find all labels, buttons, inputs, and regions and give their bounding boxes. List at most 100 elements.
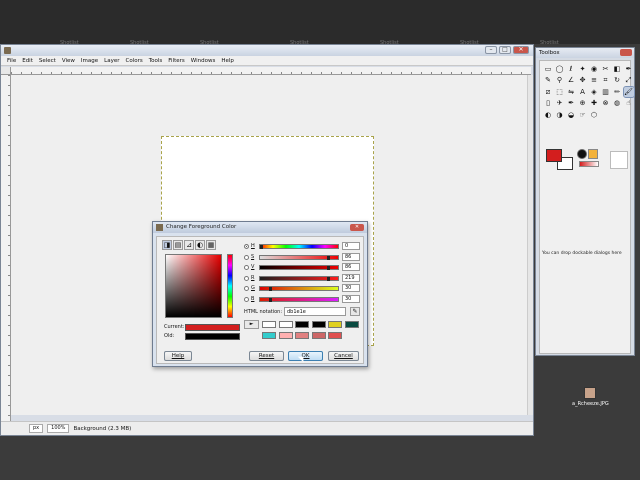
reset-button[interactable]: Reset [249, 351, 284, 361]
brush-icon[interactable] [577, 149, 587, 159]
dodge-icon[interactable]: ◐ [543, 110, 553, 120]
channel-value-input[interactable]: 86 [342, 263, 360, 271]
slider-handle[interactable] [269, 297, 273, 302]
active-image-thumbnail[interactable] [610, 151, 628, 169]
airbrush-icon[interactable]: ✈ [555, 99, 565, 109]
dialog-close-button[interactable]: ✕ [350, 224, 364, 231]
channel-slider-v[interactable] [259, 265, 339, 270]
heal-icon[interactable]: ✚ [589, 99, 599, 109]
menu-windows[interactable]: Windows [191, 58, 216, 64]
menu-filters[interactable]: Filters [168, 58, 185, 64]
history-color-swatch[interactable] [278, 332, 293, 339]
cmyk-selector-tab-icon[interactable]: ▤ [173, 240, 183, 250]
horizontal-ruler[interactable] [11, 67, 531, 75]
color-picker-icon[interactable]: ✎ [543, 76, 553, 86]
menu-help[interactable]: Help [221, 58, 234, 64]
smudge-icon[interactable]: ☝ [624, 99, 634, 109]
bucket-fill-icon[interactable]: ◈ [589, 87, 599, 97]
ink-icon[interactable]: ✒ [566, 99, 576, 109]
ellipse-select-icon[interactable]: ◯ [555, 64, 565, 74]
history-color-swatch[interactable] [328, 332, 342, 339]
history-color-swatch[interactable] [262, 332, 276, 339]
gradient-icon[interactable] [579, 161, 599, 167]
palette-selector-tab-icon[interactable]: ▦ [206, 240, 216, 250]
menu-tools[interactable]: Tools [149, 58, 163, 64]
dodge-burn-icon[interactable]: ◒ [566, 110, 576, 120]
channel-value-input[interactable]: 86 [342, 252, 360, 261]
eyedropper-icon[interactable]: ✎ [350, 307, 360, 316]
channel-radio-b[interactable] [244, 296, 249, 302]
slider-handle[interactable] [327, 266, 331, 270]
window-titlebar[interactable]: – □ ✕ [1, 45, 533, 56]
eraser-icon[interactable]: ▯ [543, 99, 553, 109]
pattern-icon[interactable] [588, 149, 598, 159]
dialog-titlebar[interactable]: Change Foreground Color ✕ [153, 222, 367, 233]
smudge2-icon[interactable]: ☞ [578, 110, 588, 120]
channel-slider-g[interactable] [259, 286, 339, 291]
maximize-button[interactable]: □ [499, 46, 511, 54]
history-color-swatch[interactable] [295, 332, 309, 339]
burn-icon[interactable]: ◑ [555, 110, 565, 120]
triangle-selector-tab-icon[interactable]: ⊿ [184, 240, 194, 250]
slider-handle[interactable] [327, 276, 331, 281]
channel-radio-s[interactable] [244, 254, 249, 260]
paths-icon[interactable]: ✒ [624, 64, 634, 74]
blur-icon[interactable]: ◍ [612, 99, 622, 109]
vertical-ruler[interactable] [1, 75, 11, 421]
menu-layer[interactable]: Layer [104, 58, 119, 64]
history-color-swatch[interactable] [311, 332, 326, 339]
channel-value-input[interactable]: 0 [342, 242, 360, 250]
scissors-icon[interactable]: ✂ [601, 64, 611, 74]
menu-edit[interactable]: Edit [22, 58, 33, 64]
channel-radio-r[interactable] [244, 275, 249, 281]
menu-view[interactable]: View [62, 58, 75, 64]
close-button[interactable]: ✕ [513, 46, 529, 54]
history-color-swatch[interactable] [311, 321, 326, 328]
zoom-icon[interactable]: ⚲ [555, 76, 565, 86]
channel-slider-h[interactable] [259, 244, 339, 249]
watercolor-selector-tab-icon[interactable]: ◐ [195, 240, 205, 250]
move-icon[interactable]: ✥ [578, 76, 588, 86]
color-select-icon[interactable]: ◉ [589, 64, 599, 74]
html-notation-input[interactable]: db1e1e [284, 307, 346, 316]
unit-select[interactable]: px [29, 424, 44, 433]
slider-handle[interactable] [327, 255, 331, 260]
zoom-select[interactable]: 100% [47, 424, 70, 433]
rect-select-icon[interactable]: ▭ [543, 64, 553, 74]
slider-handle[interactable] [269, 287, 273, 291]
menu-colors[interactable]: Colors [125, 58, 142, 64]
help-button[interactable]: Help [164, 351, 192, 361]
channel-slider-b[interactable] [259, 296, 339, 302]
menu-select[interactable]: Select [39, 58, 56, 64]
channel-slider-s[interactable] [259, 254, 339, 260]
toolbox-close-button[interactable] [620, 49, 632, 56]
hue-strip[interactable] [227, 254, 233, 318]
perspective-icon[interactable]: ⬚ [555, 87, 565, 97]
history-color-swatch[interactable] [278, 321, 293, 328]
channel-value-input[interactable]: 30 [342, 294, 360, 303]
clone-icon[interactable]: ⊕ [578, 99, 588, 109]
pencil-icon[interactable]: ✏ [612, 87, 622, 97]
measure-icon[interactable]: ∠ [566, 76, 576, 86]
channel-value-input[interactable]: 219 [342, 273, 360, 282]
minimize-button[interactable]: – [485, 46, 497, 54]
history-color-swatch[interactable] [328, 321, 342, 328]
flip-icon[interactable]: ⇋ [566, 87, 576, 97]
foreground-select-icon[interactable]: ◧ [612, 64, 622, 74]
fuzzy-select-icon[interactable]: ✦ [578, 64, 588, 74]
gimp-selector-tab-icon[interactable]: ◨ [162, 240, 172, 250]
text-icon[interactable]: A [578, 87, 588, 97]
desktop-file-icon[interactable]: a_Rcheeze.JPG [572, 387, 609, 407]
shear-icon[interactable]: ⧄ [543, 87, 553, 97]
paintbrush-icon[interactable]: 🖌 [622, 86, 635, 98]
lasso-icon[interactable]: ℓ [566, 64, 576, 74]
saturation-value-square[interactable] [165, 254, 222, 318]
cage-icon[interactable]: ⬡ [589, 110, 599, 120]
menu-file[interactable]: File [7, 58, 16, 64]
channel-value-input[interactable]: 30 [342, 284, 360, 292]
perspective-clone-icon[interactable]: ⊗ [601, 99, 611, 109]
channel-radio-h[interactable] [244, 244, 249, 249]
channel-radio-g[interactable] [244, 286, 249, 291]
slider-handle[interactable] [260, 245, 263, 249]
history-color-swatch[interactable] [344, 321, 359, 328]
